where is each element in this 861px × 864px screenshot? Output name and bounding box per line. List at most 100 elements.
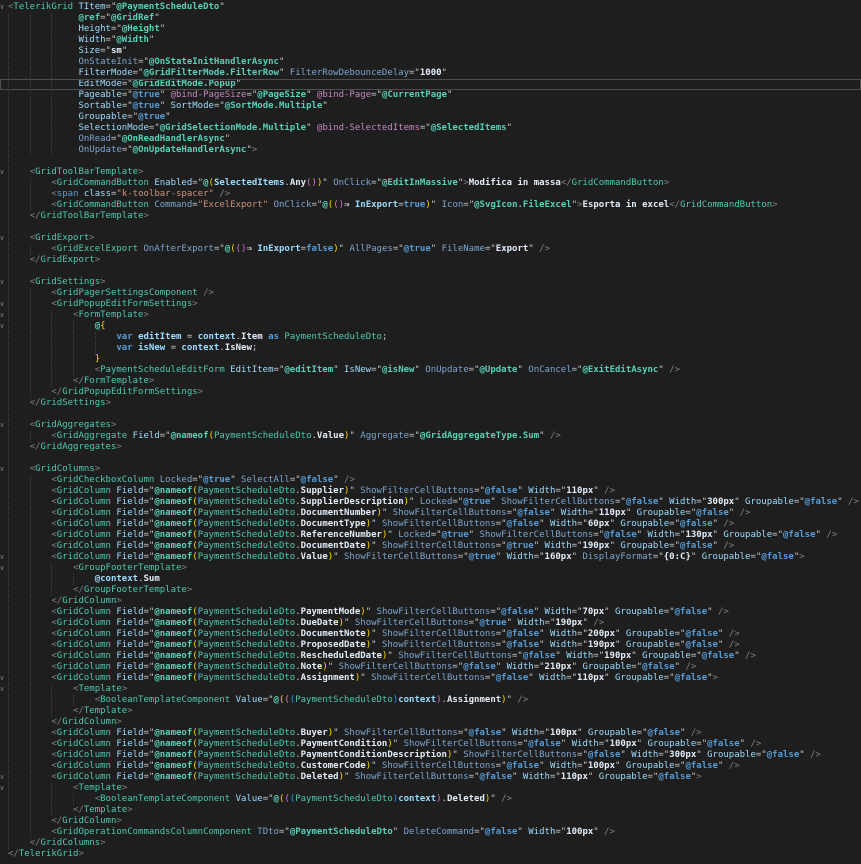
code-line[interactable]: OnRead="@OnReadHandlerAsync" bbox=[0, 134, 861, 145]
code-line[interactable]: </GridColumn> bbox=[0, 816, 861, 827]
code-editor[interactable]: ∨<TelerikGrid TItem="@PaymentScheduleDto… bbox=[0, 0, 861, 864]
code-line[interactable]: <GridColumn Field="@nameof(PaymentSchedu… bbox=[0, 651, 861, 662]
code-line[interactable]: <GridAggregate Field="@nameof(PaymentSch… bbox=[0, 431, 861, 442]
code-token: @nameof bbox=[154, 651, 192, 661]
code-line[interactable]: <GridPagerSettingsComponent /> bbox=[0, 288, 861, 299]
code-line[interactable]: </GroupFooterTemplate> bbox=[0, 585, 861, 596]
code-line[interactable]: var isNew = context.IsNew; bbox=[0, 343, 861, 354]
code-line[interactable]: Height="@Height" bbox=[0, 24, 861, 35]
code-line[interactable]: <GridColumn Field="@nameof(PaymentSchedu… bbox=[0, 629, 861, 640]
code-line[interactable] bbox=[0, 409, 861, 420]
fold-chevron-icon[interactable]: ∨ bbox=[0, 673, 8, 684]
code-token bbox=[8, 123, 78, 133]
code-line[interactable]: SelectionMode="@GridSelectionMode.Multip… bbox=[0, 123, 861, 134]
code-line[interactable]: </Template> bbox=[0, 805, 861, 816]
code-line[interactable]: ∨ <GridColumn Field="@nameof(PaymentSche… bbox=[0, 673, 861, 684]
code-line[interactable]: ∨ <GridToolBarTemplate> bbox=[0, 167, 861, 178]
fold-chevron-icon[interactable]: ∨ bbox=[0, 563, 8, 574]
code-line[interactable]: </TelerikGrid> bbox=[0, 849, 861, 860]
code-line[interactable]: <GridColumn Field="@nameof(PaymentSchedu… bbox=[0, 508, 861, 519]
code-line[interactable]: OnStateInit="@OnStateInitHandlerAsync" bbox=[0, 57, 861, 68]
code-line[interactable]: <GridColumn Field="@nameof(PaymentSchedu… bbox=[0, 750, 861, 761]
code-line[interactable]: <GridColumn Field="@nameof(PaymentSchedu… bbox=[0, 640, 861, 651]
code-line[interactable]: @context.Sum bbox=[0, 574, 861, 585]
code-line[interactable]: ∨<TelerikGrid TItem="@PaymentScheduleDto… bbox=[0, 2, 861, 13]
code-line[interactable]: Groupable="@true" bbox=[0, 112, 861, 123]
code-line[interactable]: var editItem = context.Item as PaymentSc… bbox=[0, 332, 861, 343]
code-line[interactable]: ∨ <Template> bbox=[0, 783, 861, 794]
code-line[interactable]: ∨ <Template> bbox=[0, 684, 861, 695]
code-line[interactable]: ∨ <GridExport> bbox=[0, 233, 861, 244]
fold-chevron-icon[interactable]: ∨ bbox=[0, 464, 8, 475]
code-line[interactable]: ∨ @{ bbox=[0, 321, 861, 332]
fold-chevron-icon[interactable]: ∨ bbox=[0, 783, 8, 794]
fold-chevron-icon[interactable]: ∨ bbox=[0, 2, 8, 13]
code-line[interactable]: </FormTemplate> bbox=[0, 376, 861, 387]
code-line[interactable]: @ref="@GridRef" bbox=[0, 13, 861, 24]
code-line[interactable]: <GridColumn Field="@nameof(PaymentSchedu… bbox=[0, 519, 861, 530]
fold-chevron-icon[interactable]: ∨ bbox=[0, 684, 8, 695]
code-line[interactable] bbox=[0, 266, 861, 277]
fold-chevron-icon[interactable]: ∨ bbox=[0, 299, 8, 310]
code-line[interactable]: FilterMode="@GridFilterMode.FilterRow" F… bbox=[0, 68, 861, 79]
code-token: " bbox=[713, 519, 724, 529]
code-line[interactable]: ∨ <GridColumn Field="@nameof(PaymentSche… bbox=[0, 772, 861, 783]
code-line[interactable]: <GridCheckboxColumn Locked="@true" Selec… bbox=[0, 475, 861, 486]
code-line[interactable]: <GridColumn Field="@nameof(PaymentSchedu… bbox=[0, 728, 861, 739]
code-line[interactable]: </GridAggregates> bbox=[0, 442, 861, 453]
code-line[interactable]: ∨ <FormTemplate> bbox=[0, 310, 861, 321]
code-line[interactable]: <GridColumn Field="@nameof(PaymentSchedu… bbox=[0, 541, 861, 552]
code-line[interactable]: Sortable="@true" SortMode="@SortMode.Mul… bbox=[0, 101, 861, 112]
code-line[interactable]: <GridColumn Field="@nameof(PaymentSchedu… bbox=[0, 530, 861, 541]
code-line[interactable]: </GridPopupEditFormSettings> bbox=[0, 387, 861, 398]
code-line[interactable] bbox=[0, 453, 861, 464]
code-token bbox=[8, 13, 78, 23]
code-line[interactable]: <PaymentScheduleEditForm EditItem="@edit… bbox=[0, 365, 861, 376]
code-line[interactable]: <BooleanTemplateComponent Value="@(((Pay… bbox=[0, 695, 861, 706]
code-line[interactable]: <span class="k-toolbar-spacer" /> bbox=[0, 189, 861, 200]
code-line[interactable]: <GridExcelExport OnAfterExport="@(()⇒ In… bbox=[0, 244, 861, 255]
fold-chevron-icon[interactable]: ∨ bbox=[0, 233, 8, 244]
code-line[interactable] bbox=[0, 222, 861, 233]
code-line[interactable]: <GridColumn Field="@nameof(PaymentSchedu… bbox=[0, 662, 861, 673]
code-line[interactable]: </Template> bbox=[0, 706, 861, 717]
code-line[interactable]: </GridToolBarTemplate> bbox=[0, 211, 861, 222]
code-line[interactable]: <GridColumn Field="@nameof(PaymentSchedu… bbox=[0, 739, 861, 750]
code-line[interactable]: </GridColumns> bbox=[0, 838, 861, 849]
code-line[interactable]: <GridColumn Field="@nameof(PaymentSchedu… bbox=[0, 607, 861, 618]
code-line[interactable]: <GridOperationCommandsColumnComponent TD… bbox=[0, 827, 861, 838]
code-line[interactable]: ∨ <GroupFooterTemplate> bbox=[0, 563, 861, 574]
code-line[interactable]: } bbox=[0, 354, 861, 365]
code-line[interactable]: <GridColumn Field="@nameof(PaymentSchedu… bbox=[0, 486, 861, 497]
code-line[interactable]: </GridSettings> bbox=[0, 398, 861, 409]
code-token: Width bbox=[550, 629, 577, 639]
code-line[interactable]: <GridCommandButton Enabled="@(SelectedIt… bbox=[0, 178, 861, 189]
code-line[interactable]: </GridColumn> bbox=[0, 596, 861, 607]
fold-chevron-icon[interactable]: ∨ bbox=[0, 552, 8, 563]
code-line[interactable]: </GridColumn> bbox=[0, 717, 861, 728]
fold-chevron-icon[interactable]: ∨ bbox=[0, 420, 8, 431]
code-line[interactable]: <GridColumn Field="@nameof(PaymentSchedu… bbox=[0, 618, 861, 629]
code-line[interactable]: ∨ <GridAggregates> bbox=[0, 420, 861, 431]
fold-chevron-icon[interactable]: ∨ bbox=[0, 310, 8, 321]
code-line[interactable]: ∨ <GridPopupEditFormSettings> bbox=[0, 299, 861, 310]
code-line-current[interactable]: EditMode="@GridEditMode.Popup" bbox=[0, 79, 861, 90]
code-line[interactable]: <GridCommandButton Command="ExcelExport"… bbox=[0, 200, 861, 211]
code-token: =" bbox=[274, 365, 285, 375]
code-line[interactable]: Width="@Width" bbox=[0, 35, 861, 46]
code-line[interactable]: <GridColumn Field="@nameof(PaymentSchedu… bbox=[0, 761, 861, 772]
code-line[interactable]: OnUpdate="@OnUpdateHandlerAsync"> bbox=[0, 145, 861, 156]
code-line[interactable]: ∨ <GridColumns> bbox=[0, 464, 861, 475]
code-line[interactable]: ∨ <GridColumn Field="@nameof(PaymentSche… bbox=[0, 552, 861, 563]
code-line[interactable]: <BooleanTemplateComponent Value="@(((Pay… bbox=[0, 794, 861, 805]
code-line[interactable]: Size="sm" bbox=[0, 46, 861, 57]
code-line[interactable]: <GridColumn Field="@nameof(PaymentSchedu… bbox=[0, 497, 861, 508]
fold-chevron-icon[interactable]: ∨ bbox=[0, 772, 8, 783]
code-line[interactable]: </GridExport> bbox=[0, 255, 861, 266]
code-line[interactable] bbox=[0, 156, 861, 167]
fold-chevron-icon[interactable]: ∨ bbox=[0, 167, 8, 178]
code-line[interactable]: Pageable="@true" @bind-PageSize="@PageSi… bbox=[0, 90, 861, 101]
fold-chevron-icon[interactable]: ∨ bbox=[0, 277, 8, 288]
code-line[interactable]: ∨ <GridSettings> bbox=[0, 277, 861, 288]
fold-chevron-icon[interactable]: ∨ bbox=[0, 321, 8, 332]
